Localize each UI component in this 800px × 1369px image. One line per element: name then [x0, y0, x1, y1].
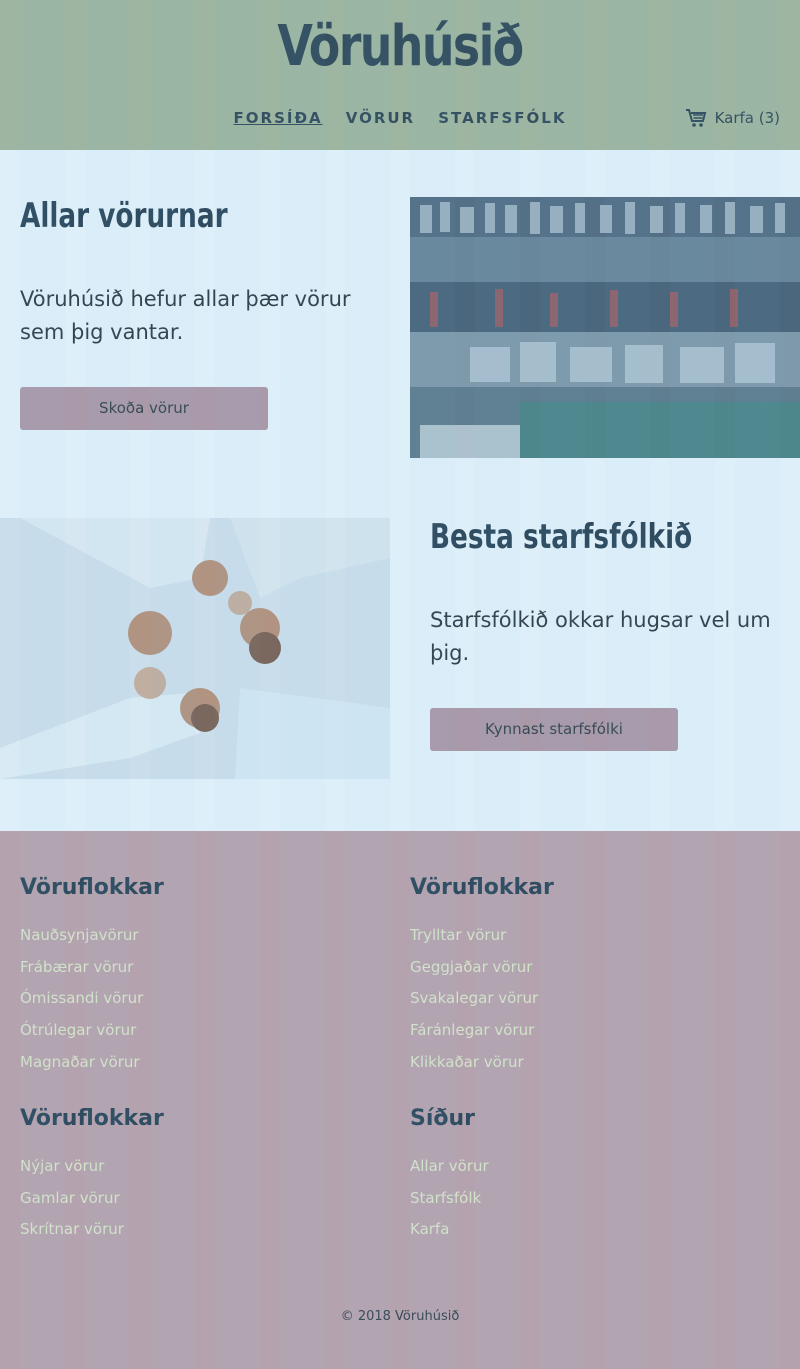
footer-link[interactable]: Karfa: [410, 1214, 489, 1246]
footer-column-title: Síður: [410, 1106, 476, 1131]
footer-link[interactable]: Klikkaðar vörur: [410, 1047, 554, 1079]
footer-link[interactable]: Nýjar vörur: [20, 1151, 164, 1183]
feature-staff-title: Besta starfsfólkið: [430, 517, 693, 557]
site-footer: Vöruflokkar Nauðsynjavörur Frábærar vöru…: [0, 831, 800, 1369]
site-title[interactable]: Vöruhúsið: [72, 14, 728, 79]
footer-link[interactable]: Magnaðar vörur: [20, 1047, 164, 1079]
site-header: Vöruhúsið FORSÍÐA VÖRUR STARFSFÓLK Karfa…: [0, 0, 800, 150]
nav-home[interactable]: FORSÍÐA: [234, 109, 323, 127]
footer-link[interactable]: Trylltar vörur: [410, 920, 554, 952]
footer-column-title: Vöruflokkar: [20, 875, 164, 900]
footer-column-4: Síður Allar vörur Starfsfólk Karfa: [410, 1106, 489, 1246]
joined-hands-photo: [0, 518, 390, 779]
footer-link[interactable]: Ótrúlegar vörur: [20, 1015, 164, 1047]
footer-link[interactable]: Fáránlegar vörur: [410, 1015, 554, 1047]
meet-staff-button[interactable]: Kynnast starfsfólki: [430, 708, 678, 751]
nav-staff[interactable]: STARFSFÓLK: [438, 109, 566, 127]
footer-link[interactable]: Nauðsynjavörur: [20, 920, 164, 952]
cart-icon: [685, 109, 706, 127]
footer-column-3: Vöruflokkar Nýjar vörur Gamlar vörur Skr…: [20, 1106, 164, 1246]
copyright: © 2018 Vöruhúsið: [340, 1309, 460, 1324]
footer-link[interactable]: Frábærar vörur: [20, 952, 164, 984]
footer-link[interactable]: Allar vörur: [410, 1151, 489, 1183]
footer-column-title: Vöruflokkar: [20, 1106, 164, 1131]
footer-column-2: Vöruflokkar Trylltar vörur Geggjaðar vör…: [410, 875, 554, 1079]
cart-label: Karfa (3): [714, 109, 780, 127]
footer-link[interactable]: Geggjaðar vörur: [410, 952, 554, 984]
footer-link[interactable]: Skrítnar vörur: [20, 1214, 164, 1246]
cart-link[interactable]: Karfa (3): [685, 108, 780, 128]
footer-column-1: Vöruflokkar Nauðsynjavörur Frábærar vöru…: [20, 875, 164, 1079]
feature-products-text: Vöruhúsið hefur allar þær vörur sem þig …: [20, 287, 351, 344]
nav-products[interactable]: VÖRUR: [346, 109, 415, 127]
store-shelves-photo: [410, 197, 800, 458]
footer-link[interactable]: Starfsfólk: [410, 1183, 489, 1215]
main-nav: FORSÍÐA VÖRUR STARFSFÓLK: [0, 108, 800, 127]
footer-link[interactable]: Gamlar vörur: [20, 1183, 164, 1215]
footer-link[interactable]: Ómissandi vörur: [20, 983, 164, 1015]
feature-staff-text: Starfsfólkið okkar hugsar vel um þig.: [430, 608, 771, 665]
footer-link[interactable]: Svakalegar vörur: [410, 983, 554, 1015]
footer-column-title: Vöruflokkar: [410, 875, 554, 900]
view-products-button[interactable]: Skoða vörur: [20, 387, 268, 430]
feature-products-title: Allar vörurnar: [20, 196, 228, 236]
